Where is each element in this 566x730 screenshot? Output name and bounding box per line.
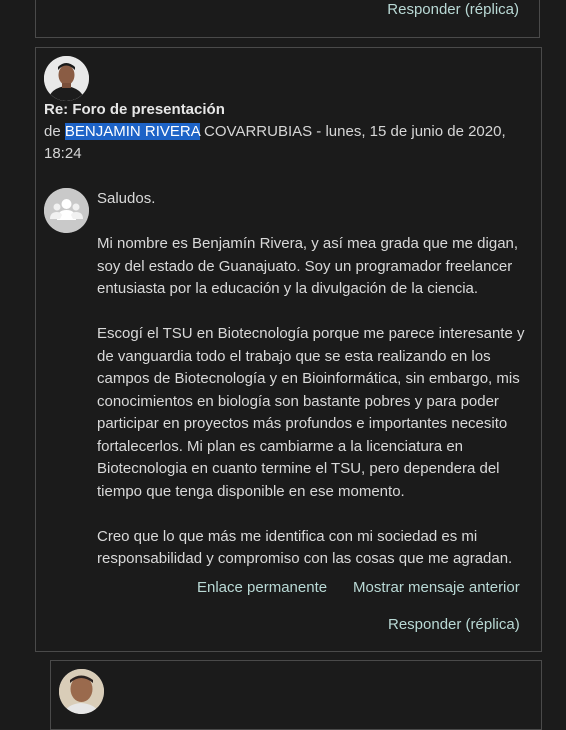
group-icon <box>44 188 89 233</box>
post-paragraph: Mi nombre es Benjamín Rivera, y así mea … <box>97 235 519 297</box>
permalink-link[interactable]: Enlace permanente <box>197 579 327 596</box>
author-avatar[interactable] <box>44 56 89 101</box>
group-avatar <box>44 188 89 233</box>
show-parent-link[interactable]: Mostrar mensaje anterior <box>353 579 520 596</box>
next-author-avatar[interactable] <box>59 669 104 714</box>
post-body: Saludos. Mi nombre es Benjamín Rivera, y… <box>97 188 537 593</box>
post-paragraph: Saludos. <box>97 190 156 207</box>
next-post <box>50 660 542 730</box>
previous-post: Responder (réplica) <box>35 0 540 38</box>
reply-button[interactable]: Responder (réplica) <box>388 616 520 633</box>
post-paragraph: Creo que lo que más me identifica con mi… <box>97 527 513 568</box>
reply-button-previous[interactable]: Responder (réplica) <box>387 1 519 18</box>
post-byline: de BENJAMIN RIVERA COVARRUBIAS - lunes, … <box>44 121 524 165</box>
post-subject: Re: Foro de presentación <box>44 101 225 118</box>
forum-post: Re: Foro de presentación de BENJAMIN RIV… <box>35 47 542 652</box>
post-paragraph: Escogí el TSU en Biotecnología porque me… <box>97 325 525 500</box>
author-name-highlight[interactable]: BENJAMIN RIVERA <box>64 123 200 140</box>
byline-prefix: de <box>44 123 65 140</box>
